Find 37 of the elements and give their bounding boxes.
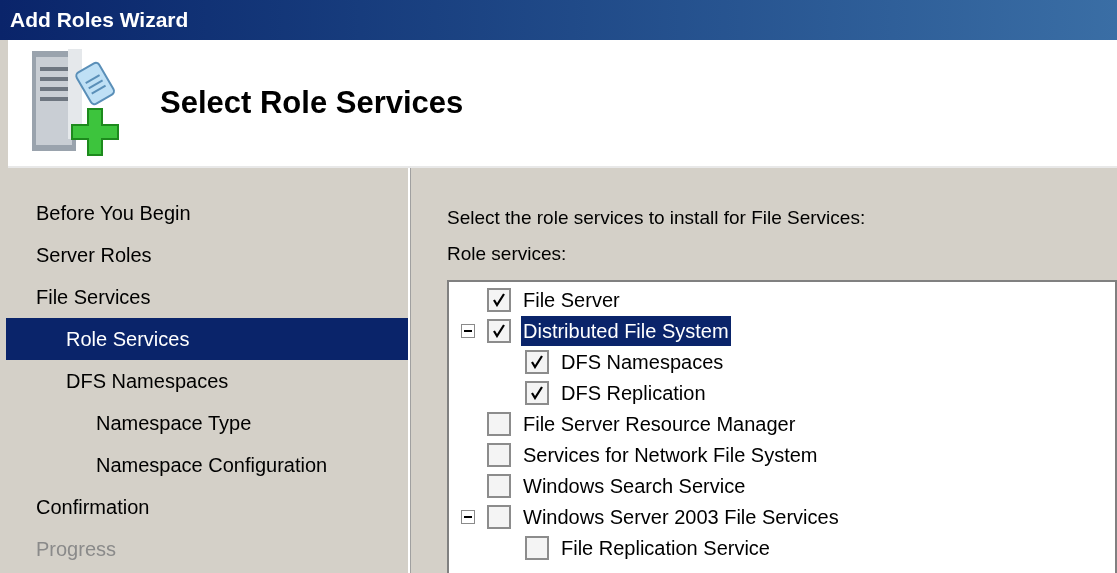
wizard-step[interactable]: Role Services [6, 318, 408, 360]
checkbox[interactable] [487, 473, 511, 498]
check-icon [492, 292, 506, 307]
role-service-label[interactable]: Windows Server 2003 File Services [521, 501, 841, 532]
collapse-icon[interactable] [461, 323, 475, 338]
wizard-step[interactable]: Namespace Type [6, 402, 408, 444]
checkbox[interactable] [487, 287, 511, 312]
page-title: Select Role Services [160, 83, 464, 122]
instruction-text: Select the role services to install for File Services: [447, 206, 867, 230]
role-service-label[interactable]: File Server Resource Manager [521, 408, 798, 439]
checkbox[interactable] [487, 504, 511, 529]
check-icon [530, 385, 544, 400]
wizard-step[interactable]: DFS Namespaces [6, 360, 408, 402]
checkbox[interactable] [525, 349, 549, 374]
checkbox[interactable] [525, 380, 549, 405]
checkbox[interactable] [487, 442, 511, 467]
role-service-label[interactable]: Services for Network File System [521, 439, 820, 470]
role-service-label[interactable]: DFS Replication [559, 377, 708, 408]
role-service-label[interactable]: DFS Namespaces [559, 346, 726, 377]
wizard-step[interactable]: Before You Begin [6, 192, 408, 234]
role-service-label[interactable]: Windows Search Service [521, 470, 748, 501]
check-icon [492, 323, 506, 338]
checkbox[interactable] [525, 535, 549, 560]
checkbox[interactable] [487, 318, 511, 343]
role-service-label[interactable]: Distributed File System [521, 315, 731, 346]
collapse-icon[interactable] [461, 509, 475, 524]
list-label: Role services: [447, 242, 568, 266]
wizard-step[interactable]: Confirmation [6, 486, 408, 528]
role-service-label[interactable]: File Server [521, 284, 622, 315]
checkbox[interactable] [487, 411, 511, 436]
wizard-step[interactable]: File Services [6, 276, 408, 318]
wizard-step[interactable]: Namespace Configuration [6, 444, 408, 486]
role-service-label[interactable]: File Replication Service [559, 532, 772, 563]
check-icon [530, 354, 544, 369]
server-add-icon [30, 47, 122, 159]
wizard-step[interactable]: Server Roles [6, 234, 408, 276]
window-title: Add Roles Wizard [10, 7, 189, 34]
